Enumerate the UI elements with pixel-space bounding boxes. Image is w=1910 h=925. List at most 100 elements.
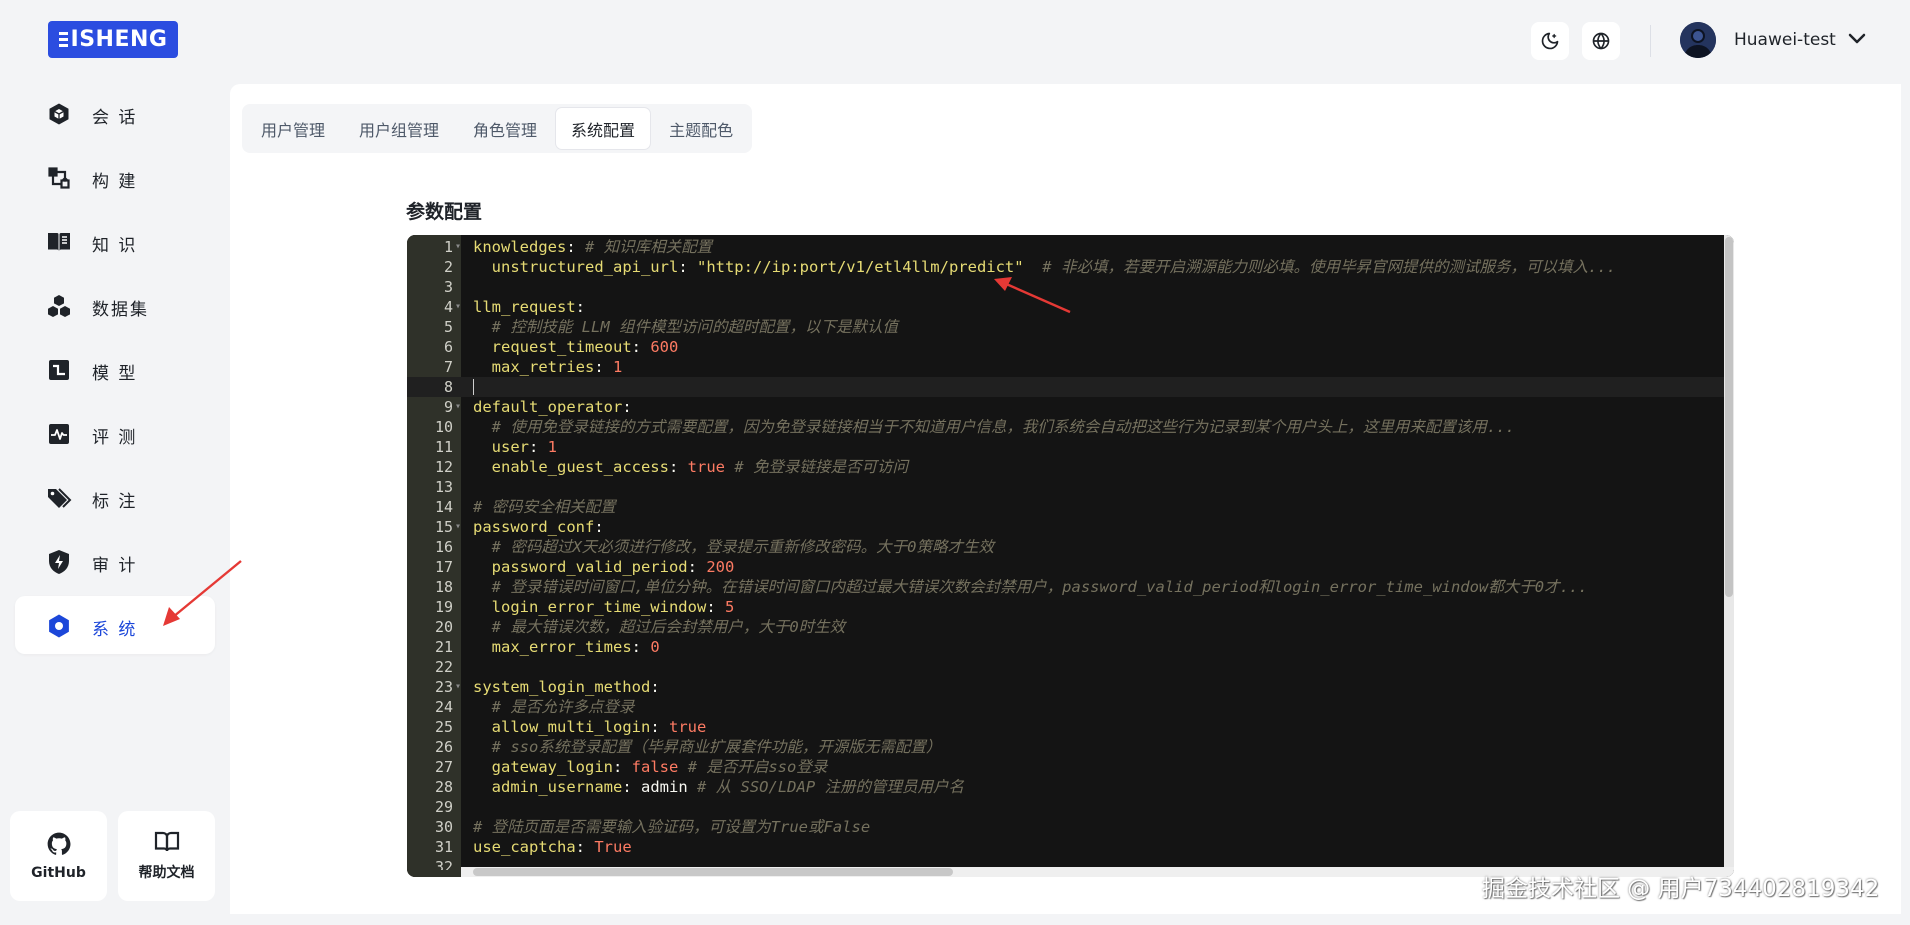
code-line[interactable]: 7 max_retries: 1 (407, 357, 1734, 377)
code-comment: # 是否开启sso登录 (687, 758, 828, 776)
line-number: 12 (434, 458, 453, 476)
code-line[interactable]: 24 # 是否允许多点登录 (407, 697, 1734, 717)
code-line[interactable]: 31 use_captcha: True (407, 837, 1734, 857)
line-number: 27 (434, 758, 453, 776)
code-text: password_valid_period: 200 (473, 557, 735, 577)
sidebar-item-audit[interactable]: 审 计 (15, 532, 215, 590)
logo-mark-icon (58, 32, 68, 47)
sidebar-item-knowledge[interactable]: 知 识 (15, 212, 215, 270)
sidebar-item-annotation[interactable]: 标 注 (15, 468, 215, 526)
code-text: # 登录错误时间窗口,单位分钟。在错误时间窗口内超过最大错误次数会封禁用户，pa… (473, 577, 1588, 597)
sidebar-item-label: 会 话 (92, 108, 138, 128)
fold-toggle-icon[interactable]: ▾ (455, 237, 461, 257)
sidebar-item-system[interactable]: 系 统 (15, 596, 215, 654)
sidebar-item-dataset[interactable]: 数据集 (15, 276, 215, 334)
code-line[interactable]: 27 gateway_login: false # 是否开启sso登录 (407, 757, 1734, 777)
code-line[interactable]: 22 (407, 657, 1734, 677)
help-docs-link[interactable]: 帮助文档 (118, 811, 215, 901)
github-label: GitHub (31, 865, 86, 881)
code-line[interactable]: 21 max_error_times: 0 (407, 637, 1734, 657)
code-line[interactable]: 12 enable_guest_access: true # 免登录链接是否可访… (407, 457, 1734, 477)
github-link[interactable]: GitHub (10, 811, 107, 901)
code-token: : (622, 398, 632, 416)
code-line[interactable]: 6 request_timeout: 600 (407, 337, 1734, 357)
code-line[interactable]: 29 (407, 797, 1734, 817)
line-number: 14 (434, 498, 453, 516)
code-line[interactable]: 15 ▾ password_conf: (407, 517, 1734, 537)
sidebar-item-build[interactable]: 构 建 (15, 148, 215, 206)
tab-role-management[interactable]: 角色管理 (458, 108, 552, 149)
code-line[interactable]: 20 # 最大错误次数，超过后会封禁用户，大于0时生效 (407, 617, 1734, 637)
user-avatar[interactable] (1680, 22, 1716, 58)
section-title: 参数配置 (406, 201, 483, 223)
code-line[interactable]: 25 allow_multi_login: true (407, 717, 1734, 737)
code-text: # 最大错误次数，超过后会封禁用户，大于0时生效 (473, 617, 846, 637)
code-line[interactable]: 8 (407, 377, 1734, 397)
code-line[interactable]: 3 (407, 277, 1734, 297)
app-logo[interactable]: ISHENG (48, 21, 178, 58)
code-line[interactable]: 14 # 密码安全相关配置 (407, 497, 1734, 517)
code-line[interactable]: 26 # sso系统登录配置（毕昇商业扩展套件功能，开源版无需配置） (407, 737, 1734, 757)
line-number: 25 (434, 718, 453, 736)
theme-toggle-button[interactable] (1531, 22, 1569, 60)
code-line[interactable]: 11 user: 1 (407, 437, 1734, 457)
line-number: 4 (443, 298, 453, 316)
fold-toggle-icon[interactable]: ▾ (455, 677, 461, 697)
code-comment: # 知识库相关配置 (585, 238, 713, 256)
sidebar-item-label: 数据集 (92, 300, 149, 320)
horizontal-scroll-thumb[interactable] (473, 868, 953, 876)
chevron-down-icon[interactable] (1848, 32, 1866, 46)
code-line[interactable]: 18 # 登录错误时间窗口,单位分钟。在错误时间窗口内超过最大错误次数会封禁用户… (407, 577, 1734, 597)
language-button[interactable] (1582, 22, 1620, 60)
code-line[interactable]: 4 ▾ llm_request: (407, 297, 1734, 317)
sidebar-item-model[interactable]: 模 型 (15, 340, 215, 398)
vertical-scroll-thumb[interactable] (1725, 237, 1733, 597)
fold-toggle-icon[interactable]: ▾ (455, 397, 461, 417)
sidebar-item-label: 知 识 (92, 236, 138, 256)
code-area[interactable]: 1 ▾ knowledges: # 知识库相关配置 2 unstructured_ap… (407, 235, 1734, 870)
code-line[interactable]: 13 (407, 477, 1734, 497)
tab-theme-colors[interactable]: 主题配色 (654, 108, 748, 149)
logo-text: ISHENG (70, 27, 168, 52)
fold-toggle-icon[interactable]: ▾ (455, 517, 461, 537)
sidebar-item-label: 审 计 (92, 556, 138, 576)
code-line[interactable]: 2 unstructured_api_url: "http://ip:port/… (407, 257, 1734, 277)
code-line[interactable]: 28 admin_username: admin # 从 SSO/LDAP 注册… (407, 777, 1734, 797)
code-line[interactable]: 10 # 使用免登录链接的方式需要配置，因为免登录链接相当于不知道用户信息，我们… (407, 417, 1734, 437)
code-token: 1 (547, 438, 558, 456)
code-key: llm_request (473, 298, 576, 316)
tab-user-management[interactable]: 用户管理 (246, 108, 340, 149)
sidebar-item-evaluation[interactable]: 评 测 (15, 404, 215, 462)
code-key: gateway_login (491, 758, 613, 776)
code-text: # sso系统登录配置（毕昇商业扩展套件功能，开源版无需配置） (473, 737, 942, 757)
fold-toggle-icon[interactable]: ▾ (455, 297, 461, 317)
code-line[interactable]: 23 ▾ system_login_method: (407, 677, 1734, 697)
username[interactable]: Huawei-test (1734, 30, 1836, 50)
vertical-scrollbar[interactable] (1724, 235, 1734, 870)
code-line[interactable]: 17 password_valid_period: 200 (407, 557, 1734, 577)
code-line[interactable]: 9 ▾ default_operator: (407, 397, 1734, 417)
code-line[interactable]: 19 login_error_time_window: 5 (407, 597, 1734, 617)
code-line[interactable]: 30 # 登陆页面是否需要输入验证码，可设置为True或False (407, 817, 1734, 837)
code-text: admin_username: admin # 从 SSO/LDAP 注册的管理… (473, 777, 964, 797)
tab-user-group-management[interactable]: 用户组管理 (344, 108, 454, 149)
code-line[interactable]: 5 # 控制技能 LLM 组件模型访问的超时配置，以下是默认值 (407, 317, 1734, 337)
code-line[interactable]: 1 ▾ knowledges: # 知识库相关配置 (407, 237, 1734, 257)
code-key: knowledges (473, 238, 567, 256)
code-token: True (594, 838, 632, 856)
tab-system-config[interactable]: 系统配置 (556, 108, 651, 149)
yaml-code-editor[interactable]: 1 ▾ knowledges: # 知识库相关配置 2 unstructured_ap… (407, 235, 1734, 877)
code-token: : (687, 558, 707, 576)
code-comment: # 控制技能 LLM 组件模型访问的超时配置，以下是默认值 (491, 318, 898, 336)
code-line[interactable]: 16 # 密码超过X天必须进行修改，登录提示重新修改密码。大于0策略才生效 (407, 537, 1734, 557)
code-text: login_error_time_window: 5 (473, 597, 735, 617)
code-text: # 登陆页面是否需要输入验证码，可设置为True或False (473, 817, 870, 837)
book-icon (46, 229, 72, 255)
sidebar-item-chat[interactable]: 会 话 (15, 84, 215, 142)
